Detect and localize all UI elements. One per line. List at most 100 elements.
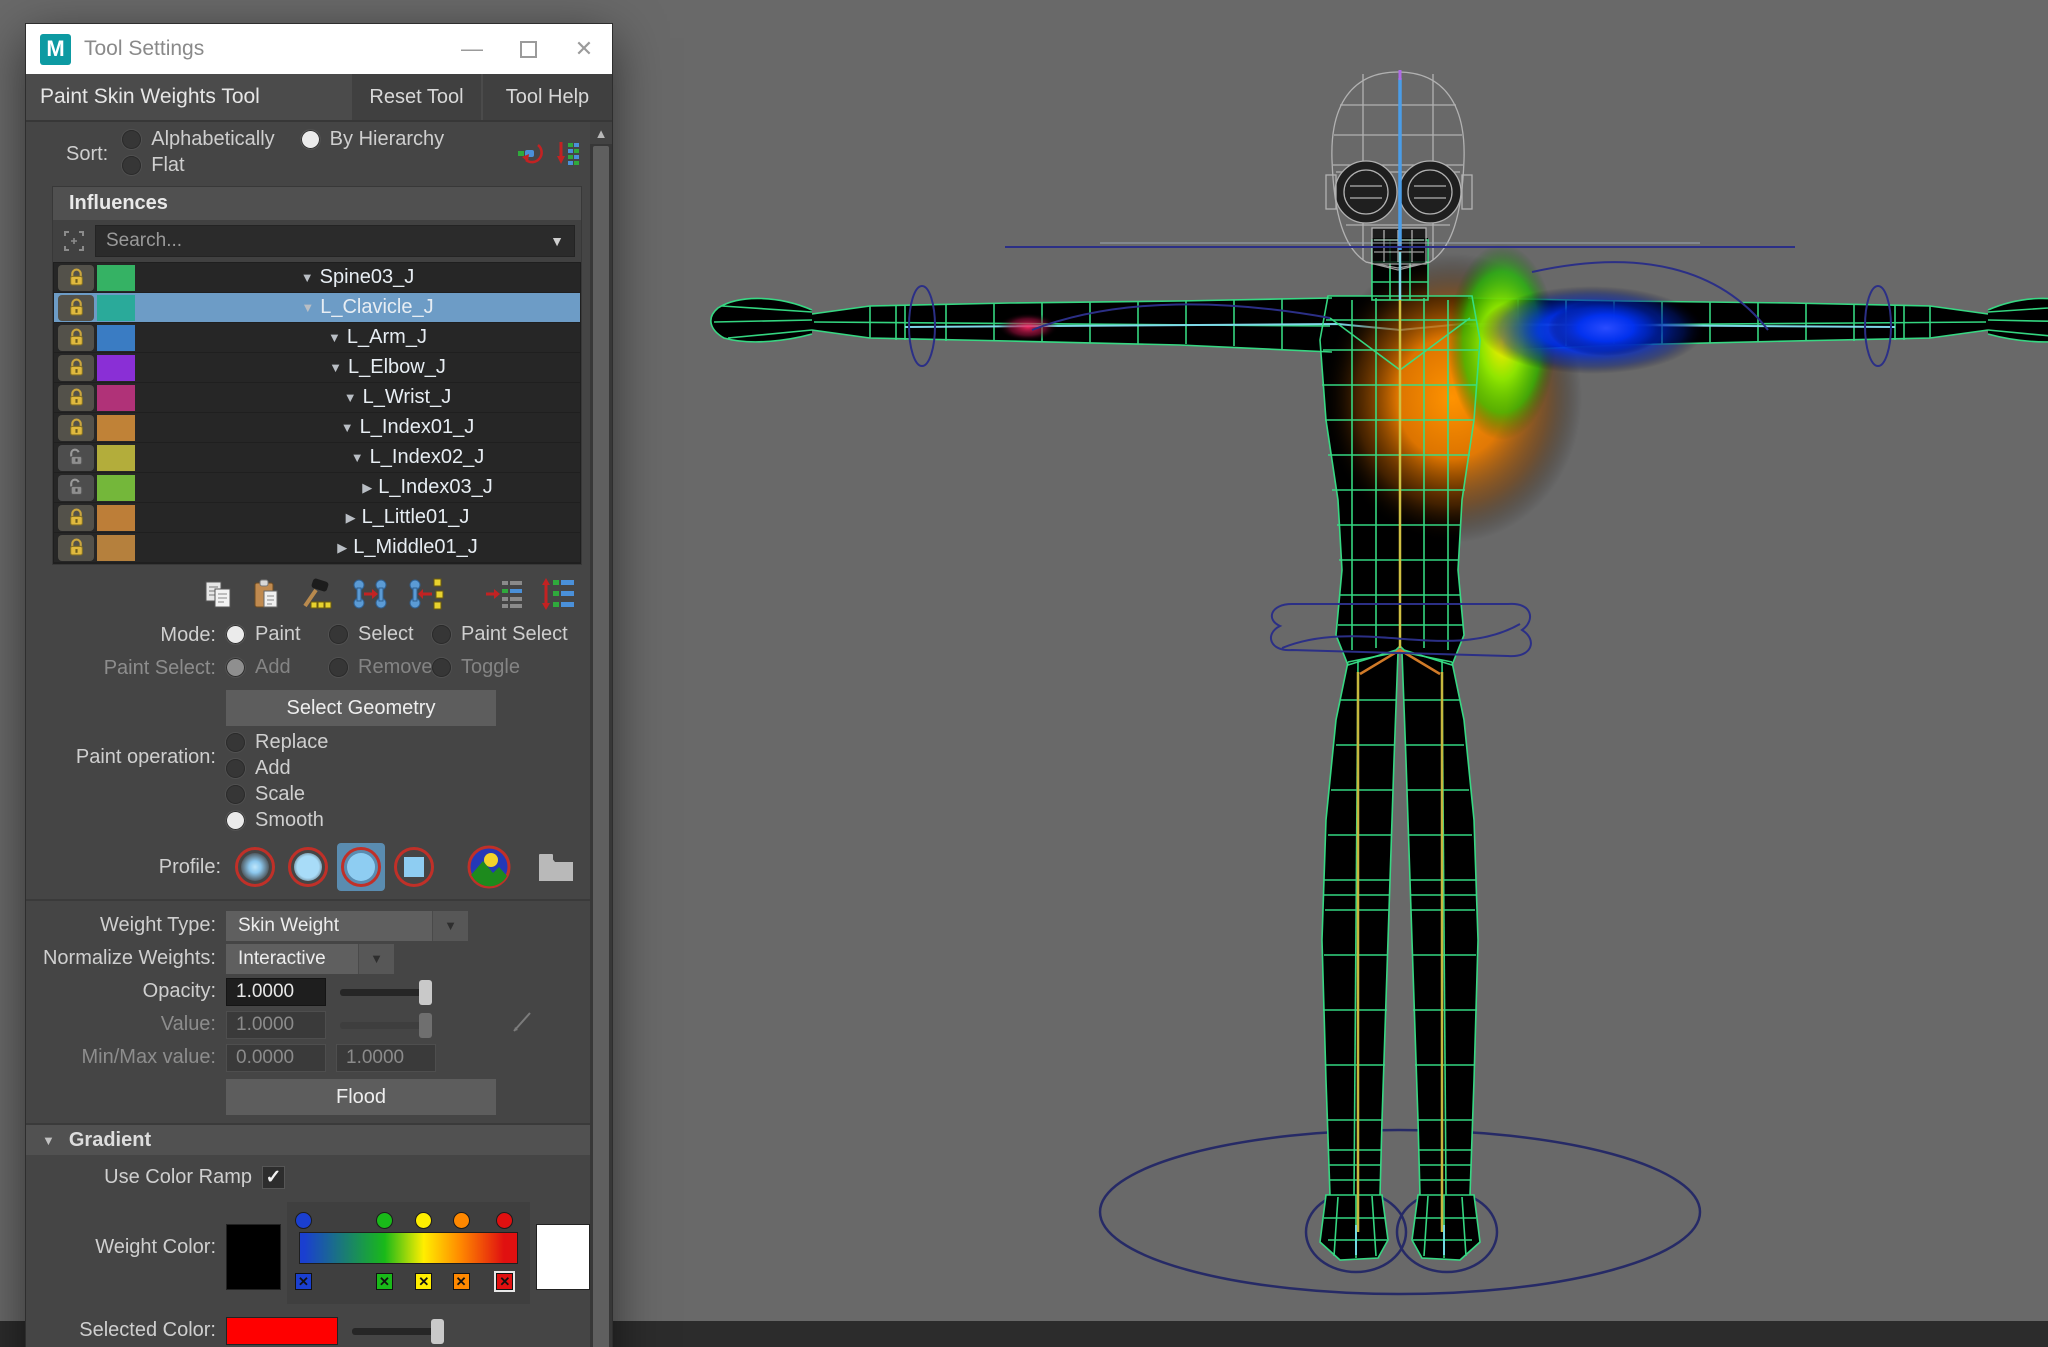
selected-color-swatch[interactable] xyxy=(226,1317,338,1345)
maximize-button[interactable] xyxy=(500,24,556,74)
opacity-field[interactable] xyxy=(226,978,326,1006)
radio-button-icon[interactable] xyxy=(226,811,245,830)
influence-row-L_Wrist_J[interactable]: ▼L_Wrist_J xyxy=(54,383,580,412)
expand-arrow-icon[interactable]: ▼ xyxy=(329,360,342,375)
expand-arrow-icon[interactable]: ▼ xyxy=(344,390,357,405)
expand-arrow-icon[interactable]: ▼ xyxy=(351,450,364,465)
radio-select[interactable]: Select xyxy=(329,623,432,646)
close-button[interactable]: ✕ xyxy=(556,24,612,74)
collapse-arrow-icon[interactable]: ▶ xyxy=(362,480,372,496)
influence-grid-icon[interactable] xyxy=(554,140,580,168)
refresh-influences-icon[interactable] xyxy=(516,140,546,168)
influence-color-swatch[interactable] xyxy=(97,535,135,561)
radio-flat[interactable]: Flat xyxy=(122,154,184,177)
weight-color-min-swatch[interactable] xyxy=(226,1224,281,1290)
influence-row-L_Elbow_J[interactable]: ▼L_Elbow_J xyxy=(54,353,580,382)
lock-open-icon[interactable] xyxy=(58,445,94,471)
radio-scale[interactable]: Scale xyxy=(226,783,440,806)
influence-color-swatch[interactable] xyxy=(97,475,135,501)
tool-help-button[interactable]: Tool Help xyxy=(481,74,612,120)
lock-closed-icon[interactable] xyxy=(58,505,94,531)
minimize-button[interactable]: — xyxy=(444,24,500,74)
influence-row-L_Clavicle_J[interactable]: ▼L_Clavicle_J xyxy=(54,293,580,322)
radio-button-icon[interactable] xyxy=(329,625,348,644)
lock-closed-icon[interactable] xyxy=(58,385,94,411)
radio-replace[interactable]: Replace xyxy=(226,731,440,754)
expand-arrow-icon[interactable]: ▼ xyxy=(341,420,354,435)
flood-button[interactable]: Flood xyxy=(226,1079,496,1115)
radio-button-icon[interactable] xyxy=(226,733,245,752)
radio-button-icon[interactable] xyxy=(122,156,141,175)
influence-row-L_Little01_J[interactable]: ▶L_Little01_J xyxy=(54,503,580,532)
paste-weights-icon[interactable] xyxy=(250,578,282,610)
radio-button-icon[interactable] xyxy=(226,785,245,804)
ramp-stop-handle[interactable] xyxy=(496,1212,513,1229)
radio-paint[interactable]: Paint xyxy=(226,623,329,646)
influence-row-L_Index03_J[interactable]: ▶L_Index03_J xyxy=(54,473,580,502)
radio-button-icon[interactable] xyxy=(432,625,451,644)
ramp-stop-delete-icon[interactable]: ✕ xyxy=(295,1273,312,1290)
expand-arrow-icon[interactable]: ▼ xyxy=(301,270,314,285)
weight-type-dropdown[interactable]: Skin Weight xyxy=(226,911,432,941)
influence-color-swatch[interactable] xyxy=(97,355,135,381)
color-ramp-widget[interactable]: ✕ ✕ ✕ ✕ ✕ xyxy=(287,1202,530,1304)
prune-weights-icon[interactable] xyxy=(298,578,334,610)
show-selected-influence-icon[interactable] xyxy=(484,577,524,611)
window-titlebar[interactable]: M Tool Settings — ✕ xyxy=(26,24,612,74)
influence-search[interactable]: ▼ xyxy=(95,225,575,257)
lock-closed-icon[interactable] xyxy=(58,535,94,561)
lock-closed-icon[interactable] xyxy=(58,355,94,381)
copy-influence-weights-icon[interactable] xyxy=(350,577,390,611)
copy-weights-icon[interactable] xyxy=(202,578,234,610)
gradient-section-header[interactable]: ▼ Gradient xyxy=(26,1123,590,1155)
weight-color-max-swatch[interactable] xyxy=(536,1224,591,1290)
weight-type-dropdown-arrow-icon[interactable]: ▼ xyxy=(432,911,468,941)
ramp-stop-delete-icon[interactable]: ✕ xyxy=(496,1273,513,1290)
pick-influence-icon[interactable] xyxy=(59,226,89,256)
influence-row-L_Middle01_J[interactable]: ▶L_Middle01_J xyxy=(54,533,580,562)
collapse-arrow-icon[interactable]: ▶ xyxy=(346,510,356,526)
ramp-stop-handle[interactable] xyxy=(453,1212,470,1229)
lock-closed-icon[interactable] xyxy=(58,265,94,291)
influence-color-swatch[interactable] xyxy=(97,505,135,531)
search-input[interactable] xyxy=(106,230,550,252)
chevron-down-icon[interactable]: ▼ xyxy=(550,233,564,249)
ramp-stop-handle[interactable] xyxy=(415,1212,432,1229)
soft-brush-button[interactable] xyxy=(231,843,279,891)
ramp-stop-delete-icon[interactable]: ✕ xyxy=(453,1273,470,1290)
influence-color-swatch[interactable] xyxy=(97,265,135,291)
expand-arrow-icon[interactable]: ▼ xyxy=(301,300,314,315)
influence-color-swatch[interactable] xyxy=(97,385,135,411)
browse-folder-icon[interactable] xyxy=(534,847,578,887)
hard-brush-button[interactable] xyxy=(337,843,385,891)
lock-closed-icon[interactable] xyxy=(58,415,94,441)
lock-closed-icon[interactable] xyxy=(58,325,94,351)
color-ramp-bar[interactable] xyxy=(299,1232,518,1264)
normalize-weights-dropdown[interactable]: Interactive xyxy=(226,944,358,974)
section-expand-icon[interactable]: ▼ xyxy=(42,1133,55,1148)
vertical-scrollbar[interactable]: ▲ ▼ xyxy=(590,122,612,1347)
ramp-stop-handle[interactable] xyxy=(376,1212,393,1229)
expand-arrow-icon[interactable]: ▼ xyxy=(328,330,341,345)
influence-row-L_Arm_J[interactable]: ▼L_Arm_J xyxy=(54,323,580,352)
reset-tool-button[interactable]: Reset Tool xyxy=(350,74,481,120)
radio-by-hierarchy[interactable]: By Hierarchy xyxy=(301,128,444,151)
medium-brush-button[interactable] xyxy=(284,843,332,891)
image-brush-button[interactable] xyxy=(465,843,513,891)
influence-row-L_Index01_J[interactable]: ▼L_Index01_J xyxy=(54,413,580,442)
normalize-weights-dropdown-arrow-icon[interactable]: ▼ xyxy=(358,944,394,974)
selected-color-slider[interactable] xyxy=(352,1318,444,1344)
influence-color-swatch[interactable] xyxy=(97,415,135,441)
influence-row-Spine03_J[interactable]: ▼Spine03_J xyxy=(54,263,580,292)
ramp-stop-delete-icon[interactable]: ✕ xyxy=(376,1273,393,1290)
influence-row-L_Index02_J[interactable]: ▼L_Index02_J xyxy=(54,443,580,472)
scroll-up-icon[interactable]: ▲ xyxy=(590,122,612,144)
lock-open-icon[interactable] xyxy=(58,475,94,501)
use-color-ramp-checkbox[interactable]: ✓ xyxy=(262,1166,285,1189)
collapse-arrow-icon[interactable]: ▶ xyxy=(337,540,347,556)
radio-button-icon[interactable] xyxy=(226,759,245,778)
ramp-stop-handle[interactable] xyxy=(295,1212,312,1229)
influence-color-swatch[interactable] xyxy=(97,295,135,321)
radio-button-icon[interactable] xyxy=(122,130,141,149)
ramp-stop-delete-icon[interactable]: ✕ xyxy=(415,1273,432,1290)
